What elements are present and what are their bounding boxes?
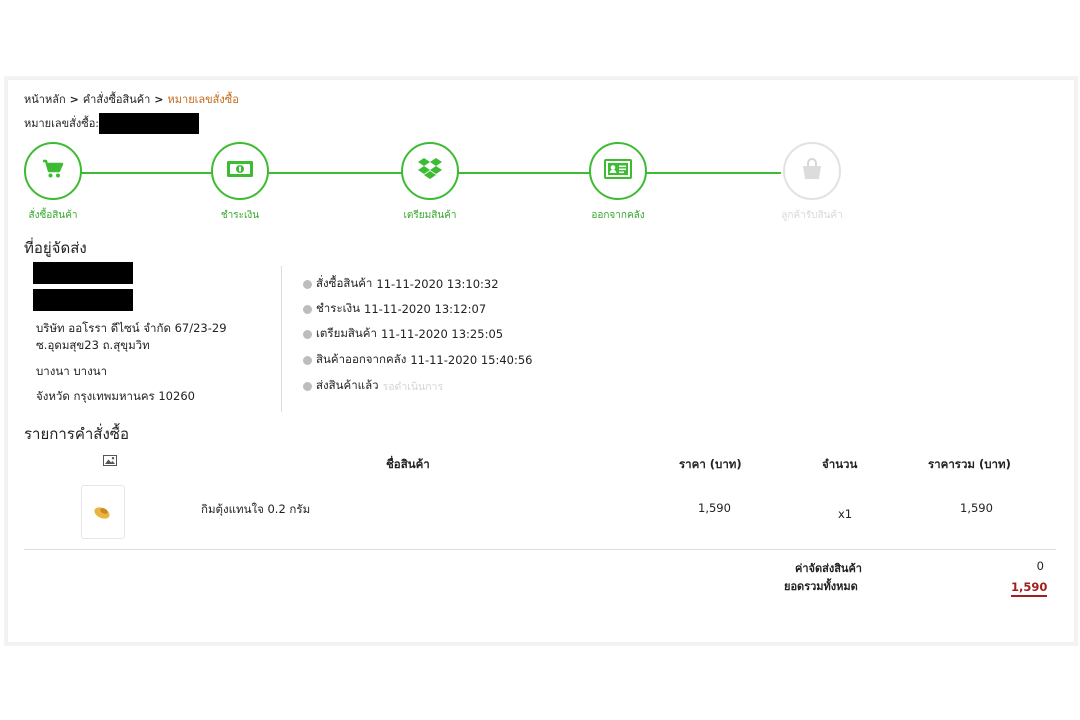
order-detail-card: หน้าหลัก > คำสั่งซื้อสินค้า > หมายเลขสั่งซื้… (7, 79, 1075, 643)
bag-icon (800, 157, 824, 185)
order-items-heading: รายการคำสั่งซื้อ (24, 425, 129, 443)
status-dot-icon (303, 381, 312, 391)
id-card-icon (604, 159, 632, 183)
breadcrumb-orders-link[interactable]: คำสั่งซื้อสินค้า (83, 93, 150, 106)
step-label-ordered: สั่งซื้อสินค้า (28, 210, 78, 221)
timeline-time: 11-11-2020 13:25:05 (380, 327, 504, 341)
step-label-paid: ชำระเงิน (220, 210, 260, 221)
shipping-fee-value: 0 (1036, 559, 1044, 573)
product-price: 1,590 (698, 501, 731, 515)
step-ordered (24, 142, 82, 200)
timeline-label: เตรียมสินค้า (316, 326, 377, 340)
col-qty-header: จำนวน (822, 457, 858, 471)
status-dot-icon (303, 355, 312, 365)
cart-icon (42, 159, 64, 183)
order-number-label: หมายเลขสั่งซื้อ: (24, 117, 100, 130)
breadcrumb-separator: > (69, 93, 79, 106)
timeline-label: ชำระเงิน (316, 301, 361, 315)
timeline-item: สั่งซื้อสินค้า 11-11-2020 13:10:32 (303, 275, 499, 293)
col-name-header: ชื่อสินค้า (386, 457, 430, 471)
grand-total-value: 1,590 (1011, 580, 1048, 597)
timeline-item: สินค้าออกจากคลัง 11-11-2020 15:40:56 (303, 351, 532, 369)
shipping-heading: ที่อยู่จัดส่ง (24, 239, 87, 257)
product-name[interactable]: กิมตุ้งแทนใจ 0.2 กรัม (201, 501, 310, 519)
order-number: หมายเลขสั่งซื้อ: (24, 113, 200, 134)
status-dot-icon (303, 304, 312, 314)
address-line: จังหวัด กรุงเทพมหานคร 10260 (36, 389, 195, 403)
product-image (94, 507, 110, 519)
step-preparing (401, 142, 459, 200)
status-dot-icon (303, 329, 312, 339)
step-label-dispatched: ออกจากคลัง (591, 210, 645, 221)
breadcrumb-separator: > (154, 93, 164, 106)
address-line: บริษัท ออโรรา ดีไซน์ จำกัด 67/23-29 (36, 321, 227, 335)
address-line: บางนา บางนา (36, 364, 108, 378)
timeline-item: ส่งสินค้าแล้ว รอดำเนินการ (303, 377, 443, 395)
section-divider (281, 266, 282, 412)
timeline-time: รอดำเนินการ (382, 380, 444, 393)
table-divider (24, 549, 1056, 550)
redacted-order-number (99, 113, 200, 134)
step-dispatched (589, 142, 647, 200)
shipping-fee-label: ค่าจัดส่งสินค้า (795, 562, 862, 575)
breadcrumb: หน้าหลัก > คำสั่งซื้อสินค้า > หมายเลขสั่งซื้… (24, 90, 239, 108)
timeline-time: 11-11-2020 13:12:07 (364, 302, 487, 316)
step-label-preparing: เตรียมสินค้า (403, 210, 457, 221)
product-qty: x1 (838, 507, 853, 521)
timeline-label: สินค้าออกจากคลัง (316, 352, 407, 366)
col-image-header (103, 455, 117, 469)
grand-total-label: ยอดรวมทั้งหมด (784, 580, 858, 593)
money-icon (226, 160, 254, 182)
timeline-time: 11-11-2020 13:10:32 (376, 277, 499, 291)
address-line: ซ.อุดมสุข23 ถ.สุขุมวิท (36, 338, 150, 352)
product-thumbnail[interactable] (81, 485, 125, 539)
grand-total-value-wrap: 1,590 (1011, 576, 1048, 597)
timeline-item: ชำระเงิน 11-11-2020 13:12:07 (303, 300, 486, 318)
step-received (783, 142, 841, 200)
redacted-recipient-name (33, 262, 133, 284)
timeline-label: ส่งสินค้าแล้ว (316, 378, 379, 392)
status-dot-icon (303, 279, 312, 289)
box-icon (417, 157, 443, 185)
redacted-recipient-phone (33, 289, 133, 311)
col-price-header: ราคา (บาท) (679, 457, 742, 471)
timeline-item: เตรียมสินค้า 11-11-2020 13:25:05 (303, 325, 503, 343)
step-label-received: ลูกค้ารับสินค้า (781, 210, 843, 221)
col-total-header: ราคารวม (บาท) (928, 457, 1011, 471)
breadcrumb-home-link[interactable]: หน้าหลัก (24, 93, 66, 106)
breadcrumb-current: หมายเลขสั่งซื้อ (167, 93, 239, 106)
image-icon (103, 455, 117, 469)
product-total: 1,590 (960, 501, 993, 515)
timeline-time: 11-11-2020 15:40:56 (410, 353, 533, 367)
timeline-label: สั่งซื้อสินค้า (316, 276, 373, 290)
step-paid (211, 142, 269, 200)
